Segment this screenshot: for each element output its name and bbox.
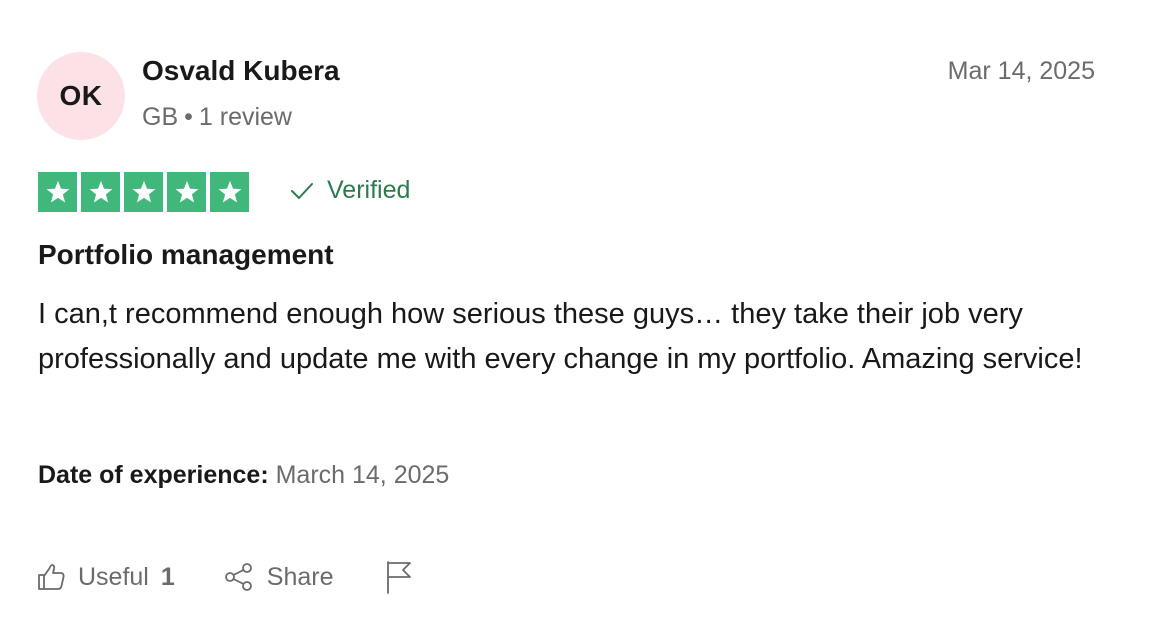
useful-button[interactable]: Useful 1 xyxy=(36,562,175,592)
review-card: OK Osvald Kubera GB • 1 review Mar 14, 202… xyxy=(0,0,1152,638)
share-label: Share xyxy=(266,562,334,591)
review-body: I can,t recommend enough how serious the… xyxy=(38,298,1083,375)
review-date: Mar 14, 2025 xyxy=(947,57,1095,85)
check-icon xyxy=(291,182,313,199)
experience-date: March 14, 2025 xyxy=(275,461,450,489)
reviewer-country: GB xyxy=(142,103,179,131)
experience-label: Date of experience: xyxy=(38,461,269,489)
star-rating xyxy=(38,172,249,212)
verified-label: Verified xyxy=(327,176,411,204)
useful-label: Useful xyxy=(78,562,149,591)
review-title: Portfolio management xyxy=(38,239,334,270)
thumbs-up-icon xyxy=(38,564,65,590)
star-icon xyxy=(38,172,77,212)
reviewer-review-count: 1 review xyxy=(198,103,292,131)
star-icon xyxy=(210,172,249,212)
review-actions: Useful 1 Share xyxy=(36,557,414,597)
reviewer-meta: GB • 1 review xyxy=(142,103,292,132)
useful-count: 1 xyxy=(160,562,175,591)
share-button[interactable]: Share xyxy=(223,562,334,592)
share-icon xyxy=(224,563,252,591)
star-icon xyxy=(124,172,163,212)
report-button[interactable] xyxy=(384,559,414,595)
avatar[interactable]: OK xyxy=(37,52,125,140)
verified-badge[interactable]: Verified xyxy=(289,176,410,205)
reviewer-name[interactable]: Osvald Kubera xyxy=(142,55,340,87)
star-icon xyxy=(81,172,120,212)
meta-separator: • xyxy=(184,103,193,131)
star-icon xyxy=(167,172,206,212)
flag-icon xyxy=(386,561,411,594)
date-of-experience: Date of experience: March 14, 2025 xyxy=(38,461,449,490)
